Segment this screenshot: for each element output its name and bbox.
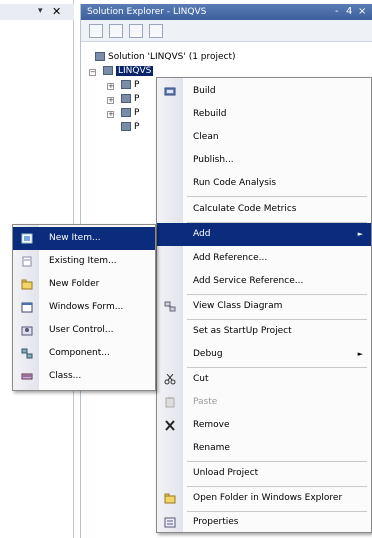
menu-item-calculate-code-metrics[interactable]: Calculate Code Metrics (157, 198, 371, 221)
folder-icon (121, 80, 131, 89)
pin-icon[interactable]: 4 (346, 4, 352, 20)
code-file-icon (121, 122, 131, 131)
existing-item-icon (22, 256, 32, 267)
tree-item[interactable]: P (121, 78, 139, 92)
dropdown-arrow-icon[interactable]: ▾ (38, 6, 43, 16)
submenu-item-class[interactable]: Class... (13, 365, 155, 388)
project-context-menu: Build Rebuild Clean Publish... Run Code … (156, 77, 372, 533)
scissors-icon (164, 374, 176, 385)
submenu-arrow-icon: ► (357, 350, 363, 358)
menu-item-debug[interactable]: Debug ► (157, 343, 371, 366)
expand-icon[interactable]: + (107, 111, 114, 118)
tree-item[interactable]: P (121, 92, 139, 106)
build-icon (164, 87, 176, 96)
submenu-item-new-folder[interactable]: New Folder (13, 273, 155, 296)
project-node[interactable]: LINQVS (103, 64, 154, 78)
menu-item-open-folder-in-windows-explorer[interactable]: Open Folder in Windows Explorer (157, 487, 371, 510)
new-item-icon (21, 233, 33, 244)
menu-item-add-reference[interactable]: Add Reference... (157, 247, 371, 270)
menu-item-paste[interactable]: Paste (157, 391, 371, 414)
solution-explorer-title: Solution Explorer - LINQVS (87, 7, 207, 17)
collapse-icon[interactable]: − (89, 69, 96, 76)
solution-explorer-title-bar: Solution Explorer - LINQVS - 4 × (81, 4, 372, 20)
show-all-files-icon[interactable] (109, 24, 123, 38)
solution-icon (95, 52, 105, 61)
dropdown-icon[interactable]: - (335, 4, 339, 20)
menu-item-add-service-reference[interactable]: Add Service Reference... (157, 270, 371, 293)
menu-item-unload-project[interactable]: Unload Project (157, 462, 371, 485)
folder-open-icon (164, 493, 176, 504)
solution-explorer-toolbar (81, 20, 372, 42)
tree-item[interactable]: P (121, 120, 139, 134)
tree-item[interactable]: P (121, 106, 139, 120)
properties-icon (164, 517, 176, 528)
add-submenu: New Item... Existing Item... New Folder … (12, 224, 156, 391)
menu-separator (187, 196, 367, 197)
submenu-item-component[interactable]: Component... (13, 342, 155, 365)
submenu-arrow-icon: ► (357, 230, 363, 238)
solution-node[interactable]: Solution 'LINQVS' (1 project) (95, 50, 236, 64)
submenu-item-new-item[interactable]: New Item... (13, 227, 155, 250)
project-icon (103, 66, 113, 75)
menu-item-view-class-diagram[interactable]: View Class Diagram (157, 295, 371, 318)
windows-form-icon (21, 302, 33, 313)
menu-item-remove[interactable]: Remove (157, 414, 371, 437)
refresh-icon[interactable] (129, 24, 143, 38)
expand-icon[interactable]: + (107, 97, 114, 104)
menu-item-build[interactable]: Build (157, 80, 371, 103)
user-control-icon (21, 326, 33, 336)
form-icon (121, 108, 131, 117)
menu-item-clean[interactable]: Clean (157, 126, 371, 149)
menu-item-properties[interactable]: Properties (157, 511, 371, 534)
class-diagram-icon (164, 301, 176, 312)
submenu-item-existing-item[interactable]: Existing Item... (13, 250, 155, 273)
menu-item-add[interactable]: Add ► (157, 223, 371, 246)
class-icon (21, 373, 33, 380)
menu-item-rename[interactable]: Rename (157, 437, 371, 460)
properties-toolbar-icon[interactable] (89, 24, 103, 38)
menu-item-publish[interactable]: Publish... (157, 149, 371, 172)
expand-icon[interactable]: + (107, 83, 114, 90)
submenu-item-windows-form[interactable]: Windows Form... (13, 296, 155, 319)
menu-item-set-as-startup-project[interactable]: Set as StartUp Project (157, 320, 371, 343)
menu-item-run-code-analysis[interactable]: Run Code Analysis (157, 172, 371, 195)
menu-item-cut[interactable]: Cut (157, 368, 371, 391)
component-icon (21, 348, 33, 359)
new-folder-icon (21, 279, 33, 290)
close-icon[interactable]: ✕ (52, 5, 61, 18)
delete-icon (165, 420, 175, 431)
menu-item-rebuild[interactable]: Rebuild (157, 103, 371, 126)
view-class-diagram-toolbar-icon[interactable] (149, 24, 163, 38)
paste-icon (165, 397, 175, 408)
left-panel-header (0, 4, 74, 20)
submenu-item-user-control[interactable]: User Control... (13, 319, 155, 342)
close-icon[interactable]: × (358, 4, 366, 20)
references-icon (121, 94, 131, 103)
